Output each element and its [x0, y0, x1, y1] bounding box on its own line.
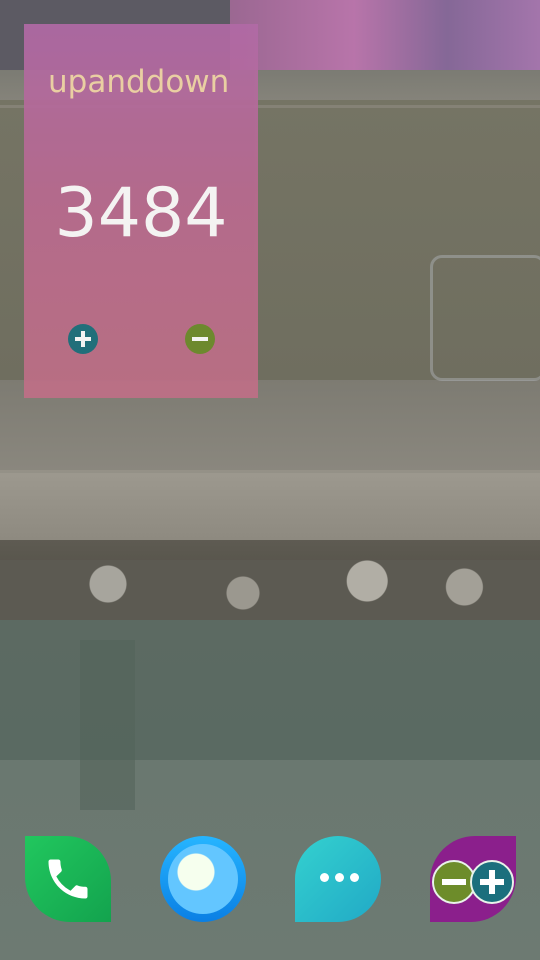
chat-bubble-icon [320, 873, 359, 882]
wall-step [0, 470, 540, 473]
widget-title: upanddown [48, 64, 230, 100]
globe-icon [168, 844, 238, 914]
plus-icon [470, 860, 514, 904]
messages-app-icon[interactable] [295, 836, 381, 922]
wallpaper-rocks [0, 560, 540, 620]
minus-icon[interactable] [185, 324, 215, 354]
phone-app-icon[interactable] [25, 836, 111, 922]
plus-icon[interactable] [68, 324, 98, 354]
water-reflection [80, 640, 135, 810]
wallpaper-graffiti [230, 0, 540, 70]
counter-widget[interactable]: upanddown 3484 [24, 24, 258, 398]
phone-icon [48, 859, 88, 899]
browser-app-icon[interactable] [160, 836, 246, 922]
wallpaper-graffiti-tag [430, 255, 540, 381]
counter-value: 3484 [54, 174, 228, 253]
